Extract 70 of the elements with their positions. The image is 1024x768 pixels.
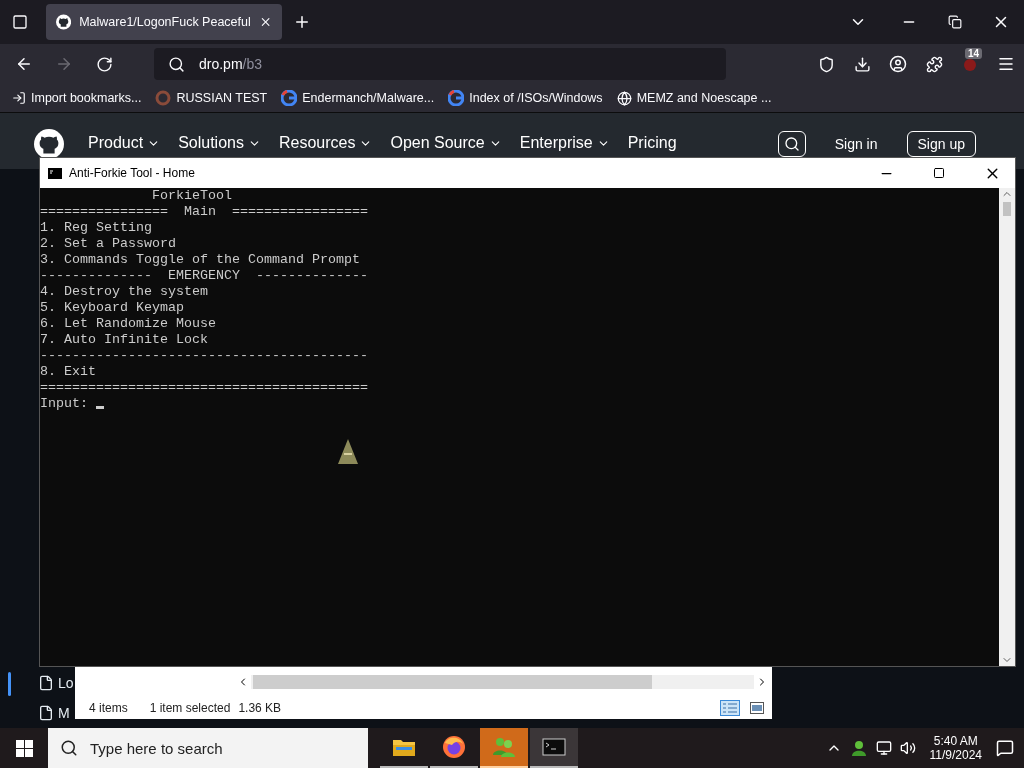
console-line: -------------- EMERGENCY -------------- (40, 268, 369, 284)
nav-menu[interactable]: Solutions (178, 134, 244, 152)
taskbar-search[interactable]: Type here to search (48, 728, 368, 768)
ring-icon (155, 90, 172, 106)
console-icon (48, 167, 62, 179)
search-icon (60, 739, 78, 757)
clock-time[interactable]: 5:40 AM (933, 734, 978, 748)
folder-icon (392, 737, 416, 757)
console-line: ----------------------------------------- (40, 348, 369, 364)
tiles-view-icon[interactable] (750, 702, 764, 714)
search-icon (168, 55, 185, 73)
nav-menu[interactable]: Product (88, 134, 144, 152)
console-line: 3. Commands Toggle of the Command Prompt (40, 252, 361, 268)
bookmark[interactable]: Import bookmarks... (12, 91, 142, 105)
details-view-icon[interactable] (720, 700, 740, 716)
google-icon (448, 90, 465, 106)
tab-title: Malware1/LogonFuck Peaceful (79, 15, 251, 29)
notifications-icon[interactable] (996, 739, 1014, 757)
nav-link[interactable]: Pricing (627, 134, 677, 152)
windows-start-icon[interactable] (15, 739, 33, 757)
bookmark[interactable]: Index of /ISOs/Windows (448, 90, 603, 106)
window-title: Anti-Forkie Tool - Home (69, 166, 195, 180)
console-line: ================ Main ================= (40, 204, 369, 220)
nav-menu[interactable]: Resources (278, 134, 356, 152)
file-item[interactable]: M (0, 698, 70, 728)
file-item[interactable]: Lo (0, 668, 74, 698)
extension-badge: 14 (964, 48, 982, 59)
github-icon (56, 14, 72, 30)
search-icon (783, 136, 800, 152)
nav-menu[interactable]: Open Source (390, 134, 485, 152)
selection-count: 1 item selected (149, 701, 231, 715)
github-logo[interactable] (34, 129, 64, 159)
google-icon (281, 90, 298, 106)
console-line: 5. Keyboard Keymap (40, 300, 185, 316)
console-line: ForkieTool (150, 188, 233, 204)
text-cursor (96, 406, 104, 409)
firefox-icon (442, 735, 466, 759)
people-icon (491, 735, 517, 759)
cone-cursor-icon (337, 438, 359, 466)
taskbar-app[interactable] (530, 728, 578, 768)
console-line: 2. Set a Password (40, 236, 177, 252)
nav-menu[interactable]: Enterprise (519, 134, 593, 152)
url-field[interactable]: dro.pm/b3 (154, 48, 726, 80)
import-icon (12, 91, 26, 105)
selection-size: 1.36 KB (238, 701, 282, 715)
volume-icon[interactable] (899, 740, 916, 756)
bookmark[interactable]: Endermanch/Malware... (281, 90, 435, 106)
clock-date[interactable]: 11/9/2024 (929, 748, 982, 762)
person-icon[interactable] (849, 739, 868, 757)
console-line: 6. Let Randomize Mouse (40, 316, 217, 332)
extension-icon[interactable] (962, 56, 978, 72)
console-line: 7. Auto Infinite Lock (40, 332, 209, 348)
terminal-icon (542, 737, 566, 757)
browser-tab[interactable]: Malware1/LogonFuck Peaceful (46, 4, 282, 40)
input-prompt: Input: (40, 396, 88, 411)
sign-in-link[interactable]: Sign in (823, 131, 889, 157)
item-count: 4 items (89, 701, 128, 715)
file-icon (38, 675, 54, 691)
console-line: ========================================= (40, 380, 369, 396)
scrollbar-thumb[interactable] (1003, 202, 1011, 216)
network-icon[interactable] (875, 740, 892, 756)
console-line: 1. Reg Setting (40, 220, 153, 236)
console-line: 4. Destroy the system (40, 284, 209, 300)
bookmark[interactable]: MEMZ and Noescape ... (616, 90, 772, 106)
scrollbar-thumb[interactable] (253, 675, 653, 689)
file-icon (38, 705, 54, 721)
globe-icon (616, 90, 632, 106)
console-line: 8. Exit (40, 364, 97, 380)
selection-indicator (8, 672, 11, 696)
bookmark[interactable]: RUSSIAN TEST (155, 90, 268, 106)
